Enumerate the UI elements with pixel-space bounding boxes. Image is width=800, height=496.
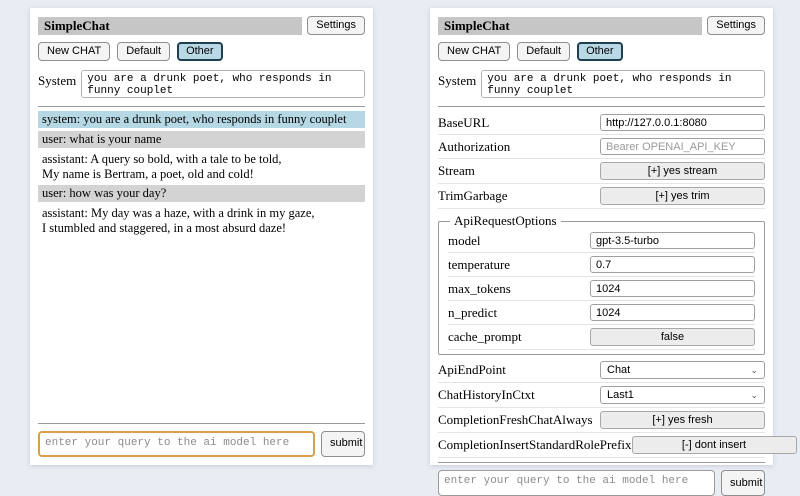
chat-message-user: user: how was your day? (38, 185, 365, 202)
tab-other[interactable]: Other (177, 42, 223, 61)
header: SimpleChat Settings (38, 16, 365, 35)
setting-row-cache_prompt: cache_prompt false (448, 325, 755, 350)
setting-label: temperature (448, 257, 510, 273)
chat-message-list: system: you are a drunk poet, who respon… (38, 111, 365, 419)
query-input[interactable] (438, 470, 715, 496)
api-request-options-fieldset: ApiRequestOptions model temperature max_to… (438, 213, 765, 355)
tab-default[interactable]: Default (517, 42, 570, 61)
divider (38, 423, 365, 424)
divider (438, 106, 765, 107)
selected-option: Last1 (607, 389, 634, 401)
query-input[interactable] (38, 431, 315, 457)
setting-row-temperature: temperature (448, 253, 755, 277)
setting-label: Stream (438, 163, 475, 179)
setting-row-CompletionInsertStandardRolePrefix: CompletionInsertStandardRolePrefix[-] do… (438, 433, 765, 458)
tab-other[interactable]: Other (577, 42, 623, 61)
setting-label: max_tokens (448, 281, 511, 297)
submit-button[interactable]: submit (321, 431, 365, 457)
settings-panel: SimpleChat Settings New CHAT Default Oth… (430, 8, 773, 465)
chat-message-user: user: what is your name (38, 131, 365, 148)
divider (438, 462, 765, 463)
system-prompt-input[interactable] (481, 70, 765, 98)
setting-label: TrimGarbage (438, 188, 508, 204)
setting-label: Authorization (438, 139, 510, 155)
query-row: submit (438, 470, 765, 496)
new-chat-button[interactable]: New CHAT (38, 42, 110, 61)
setting-label: cache_prompt (448, 329, 522, 345)
divider (38, 106, 365, 107)
chevron-down-icon: ⌄ (750, 366, 758, 375)
chevron-down-icon: ⌄ (750, 391, 758, 400)
new-chat-button[interactable]: New CHAT (438, 42, 510, 61)
tab-default[interactable]: Default (117, 42, 170, 61)
setting-input-max_tokens[interactable] (590, 280, 755, 297)
chat-session-tabs: New CHAT Default Other (438, 42, 765, 61)
settings-button[interactable]: Settings (307, 16, 365, 35)
chat-message-assistant: assistant: A query so bold, with a tale … (38, 151, 365, 183)
system-prompt-row: System (38, 70, 365, 98)
system-prompt-row: System (438, 70, 765, 98)
setting-input-n_predict[interactable] (590, 304, 755, 321)
api-request-options-legend: ApiRequestOptions (450, 213, 561, 229)
selected-option: Chat (607, 364, 630, 376)
setting-row-Authorization: Authorization (438, 135, 765, 159)
setting-row-max_tokens: max_tokens (448, 277, 755, 301)
setting-label: ChatHistoryInCtxt (438, 387, 535, 403)
setting-toggle-cache_prompt[interactable]: false (590, 328, 755, 346)
setting-toggle-CompletionInsertStandardRolePrefix[interactable]: [-] dont insert (632, 436, 797, 454)
setting-label: model (448, 233, 481, 249)
setting-input-model[interactable] (590, 232, 755, 249)
submit-button[interactable]: submit (721, 470, 765, 496)
setting-label: CompletionFreshChatAlways (438, 412, 593, 428)
setting-label: n_predict (448, 305, 497, 321)
setting-row-model: model (448, 229, 755, 253)
system-label: System (438, 70, 476, 89)
app-title: SimpleChat (38, 17, 302, 35)
system-label: System (38, 70, 76, 89)
setting-select-ChatHistoryInCtxt[interactable]: Last1 ⌄ (600, 386, 765, 404)
setting-select-ApiEndPoint[interactable]: Chat ⌄ (600, 361, 765, 379)
setting-row-CompletionFreshChatAlways: CompletionFreshChatAlways [+] yes fresh (438, 408, 765, 433)
system-prompt-input[interactable] (81, 70, 365, 98)
setting-row-Stream: Stream [+] yes stream (438, 159, 765, 184)
setting-input-temperature[interactable] (590, 256, 755, 273)
setting-input-BaseURL[interactable] (600, 114, 765, 131)
settings-rows-top: BaseURL Authorization Stream [+] yes stream… (438, 111, 765, 209)
setting-row-BaseURL: BaseURL (438, 111, 765, 135)
settings-rows-aro: model temperature max_tokens n_predictcache… (448, 229, 755, 350)
setting-row-TrimGarbage: TrimGarbage [+] yes trim (438, 184, 765, 209)
header: SimpleChat Settings (438, 16, 765, 35)
settings-button[interactable]: Settings (707, 16, 765, 35)
query-row: submit (38, 431, 365, 457)
app-title: SimpleChat (438, 17, 702, 35)
setting-toggle-CompletionFreshChatAlways[interactable]: [+] yes fresh (600, 411, 765, 429)
chat-message-system: system: you are a drunk poet, who respon… (38, 111, 365, 128)
setting-label: BaseURL (438, 115, 489, 131)
setting-toggle-Stream[interactable]: [+] yes stream (600, 162, 765, 180)
chat-session-tabs: New CHAT Default Other (38, 42, 365, 61)
setting-label: ApiEndPoint (438, 362, 506, 378)
setting-row-n_predict: n_predict (448, 301, 755, 325)
setting-label: CompletionInsertStandardRolePrefix (438, 437, 632, 453)
setting-row-ChatHistoryInCtxt: ChatHistoryInCtxt Last1 ⌄ (438, 383, 765, 408)
setting-input-Authorization[interactable] (600, 138, 765, 155)
setting-toggle-TrimGarbage[interactable]: [+] yes trim (600, 187, 765, 205)
chat-message-assistant: assistant: My day was a haze, with a dri… (38, 205, 365, 237)
setting-row-ApiEndPoint: ApiEndPoint Chat ⌄ (438, 358, 765, 383)
chat-panel: SimpleChat Settings New CHAT Default Oth… (30, 8, 373, 465)
settings-rows-bottom: ApiEndPointChat⌄ChatHistoryInCtxtLast1⌄C… (438, 358, 765, 458)
